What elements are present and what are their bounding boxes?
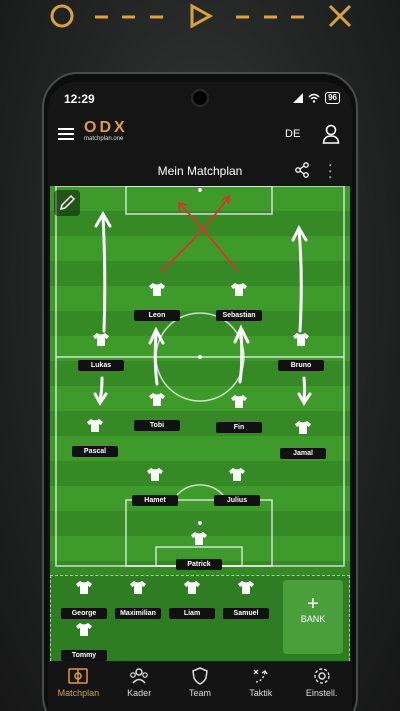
player-name: Leon	[134, 310, 180, 321]
plus-icon: +	[307, 593, 319, 615]
cross-deco-icon	[328, 4, 352, 28]
player-name: Fin	[216, 422, 262, 433]
app-bar: ODX matchplan.one DE	[48, 116, 352, 154]
pass-arrows-red	[159, 194, 239, 273]
bench-area[interactable]: George Maximilian Liam Samuel Tommy + BA…	[50, 575, 350, 661]
nav-label: Kader	[127, 688, 152, 698]
player-token[interactable]: Patrick	[172, 531, 226, 571]
jersey-icon	[149, 393, 165, 406]
player-token[interactable]: Fin	[212, 394, 266, 434]
nav-label: Einstell.	[305, 688, 338, 698]
nav-matchplan[interactable]: Matchplan	[48, 661, 109, 711]
status-bar: 12:29 96	[48, 82, 352, 116]
pitch-lines	[55, 186, 345, 567]
nav-kader[interactable]: Kader	[109, 661, 170, 711]
app-logo: ODX matchplan.one	[84, 119, 128, 142]
share-icon[interactable]	[294, 162, 310, 178]
player-name: Pascal	[72, 446, 118, 457]
title-bar: Mein Matchplan · · ·	[48, 154, 352, 186]
player-name: Tobi	[134, 420, 180, 431]
pitch-icon	[68, 668, 89, 684]
jersey-icon	[238, 581, 254, 594]
player-name: Liam	[169, 608, 215, 619]
jersey-icon	[184, 581, 200, 594]
jersey-icon	[87, 419, 103, 432]
player-name: Julius	[214, 495, 260, 506]
player-token[interactable]: Lukas	[74, 332, 128, 372]
player-name: Patrick	[176, 559, 222, 570]
nav-taktik[interactable]: Taktik	[230, 661, 291, 711]
jersey-icon	[231, 395, 247, 408]
circle-deco-icon	[50, 4, 74, 28]
nav-label: Team	[188, 688, 211, 698]
player-token[interactable]: Pascal	[68, 418, 122, 458]
bench-player[interactable]: Maximilian	[111, 580, 165, 620]
play-deco-icon	[190, 3, 214, 29]
player-token[interactable]: Sebastian	[212, 282, 266, 322]
jersey-icon	[147, 468, 163, 481]
shield-icon	[192, 667, 208, 685]
nav-team[interactable]: Team	[170, 661, 231, 711]
player-name: Tommy	[61, 650, 107, 661]
menu-icon[interactable]	[58, 128, 74, 140]
player-name: George	[61, 608, 107, 619]
bench-player[interactable]: Liam	[165, 580, 219, 620]
jersey-icon	[149, 283, 165, 296]
bottom-nav: Matchplan Kader Team Taktik Einstell.	[48, 661, 352, 711]
player-token[interactable]: Jamal	[276, 420, 330, 460]
camera-icon	[191, 89, 209, 107]
header-decoration	[50, 3, 352, 29]
wifi-icon	[308, 93, 320, 103]
player-token[interactable]: Leon	[130, 282, 184, 322]
player-token[interactable]: Bruno	[274, 332, 328, 372]
logo-subtitle: matchplan.one	[84, 136, 124, 142]
more-menu-icon[interactable]: · · ·	[328, 157, 333, 183]
player-name: Hamet	[132, 495, 178, 506]
player-name: Lukas	[78, 360, 124, 371]
language-switch[interactable]: DE	[285, 128, 300, 140]
bench-player[interactable]: Samuel	[219, 580, 273, 620]
signal-icon	[293, 93, 304, 103]
player-token[interactable]: Julius	[210, 467, 264, 507]
jersey-icon	[76, 581, 92, 594]
player-name: Sebastian	[216, 310, 262, 321]
jersey-icon	[191, 532, 207, 545]
jersey-icon	[293, 333, 309, 346]
player-name: Bruno	[278, 360, 324, 371]
jersey-icon	[229, 468, 245, 481]
player-token[interactable]: Tobi	[130, 392, 184, 432]
tactic-icon	[253, 669, 268, 683]
pitch[interactable]: Leon Sebastian Lukas Bruno Tobi Fin Pasc…	[50, 186, 350, 575]
run-arrows	[93, 211, 312, 406]
bench-player[interactable]: Tommy	[57, 622, 111, 662]
edit-button[interactable]	[54, 190, 80, 216]
user-icon[interactable]	[322, 124, 340, 144]
phone-screen: 12:29 96 ODX matchplan.one DE Mein Match…	[48, 82, 352, 711]
jersey-icon	[130, 581, 146, 594]
battery-icon: 96	[325, 92, 340, 104]
bench-player[interactable]: George	[57, 580, 111, 620]
player-name: Maximilian	[115, 608, 161, 619]
jersey-icon	[295, 421, 311, 434]
status-time: 12:29	[64, 92, 95, 106]
jersey-icon	[76, 623, 92, 636]
jersey-icon	[93, 333, 109, 346]
player-token[interactable]: Hamet	[128, 467, 182, 507]
player-name: Jamal	[280, 448, 326, 459]
jersey-icon	[231, 283, 247, 296]
bank-label: BANK	[300, 614, 326, 624]
nav-einstellungen[interactable]: Einstell.	[291, 661, 352, 711]
gear-icon	[313, 668, 330, 684]
player-name: Samuel	[223, 608, 269, 619]
bank-button[interactable]: + BANK	[283, 580, 343, 654]
nav-label: Matchplan	[57, 688, 100, 698]
nav-label: Taktik	[249, 688, 273, 698]
group-icon	[130, 668, 148, 684]
pencil-icon	[59, 194, 76, 211]
logo-mark: ODX	[84, 119, 128, 136]
